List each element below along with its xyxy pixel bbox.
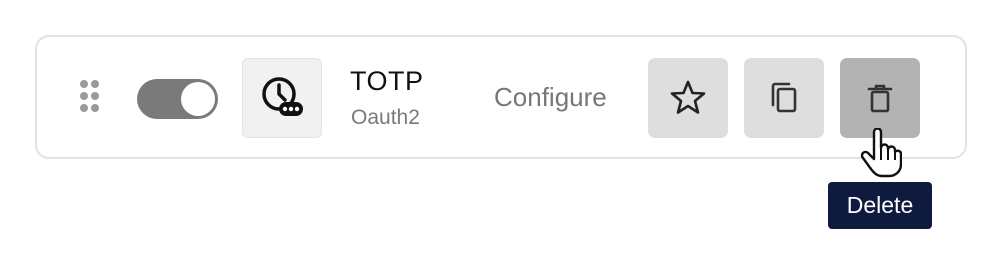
drag-handle-icon[interactable] — [78, 80, 102, 116]
star-icon — [670, 80, 706, 114]
favorite-button[interactable] — [648, 58, 728, 138]
method-title: TOTP — [350, 66, 424, 96]
clock-password-icon — [262, 77, 303, 116]
toggle-knob — [181, 82, 215, 116]
method-icon-tile — [242, 58, 322, 138]
enable-toggle[interactable] — [137, 79, 218, 119]
auth-method-row-area: TOTP Oauth2 Configure Delete — [0, 0, 1004, 262]
copy-icon — [771, 82, 797, 113]
method-subtitle: Oauth2 — [351, 106, 420, 129]
delete-button[interactable] — [840, 58, 920, 138]
trash-icon — [867, 84, 893, 113]
configure-link[interactable]: Configure — [494, 82, 607, 113]
delete-tooltip: Delete — [828, 182, 932, 229]
duplicate-button[interactable] — [744, 58, 824, 138]
